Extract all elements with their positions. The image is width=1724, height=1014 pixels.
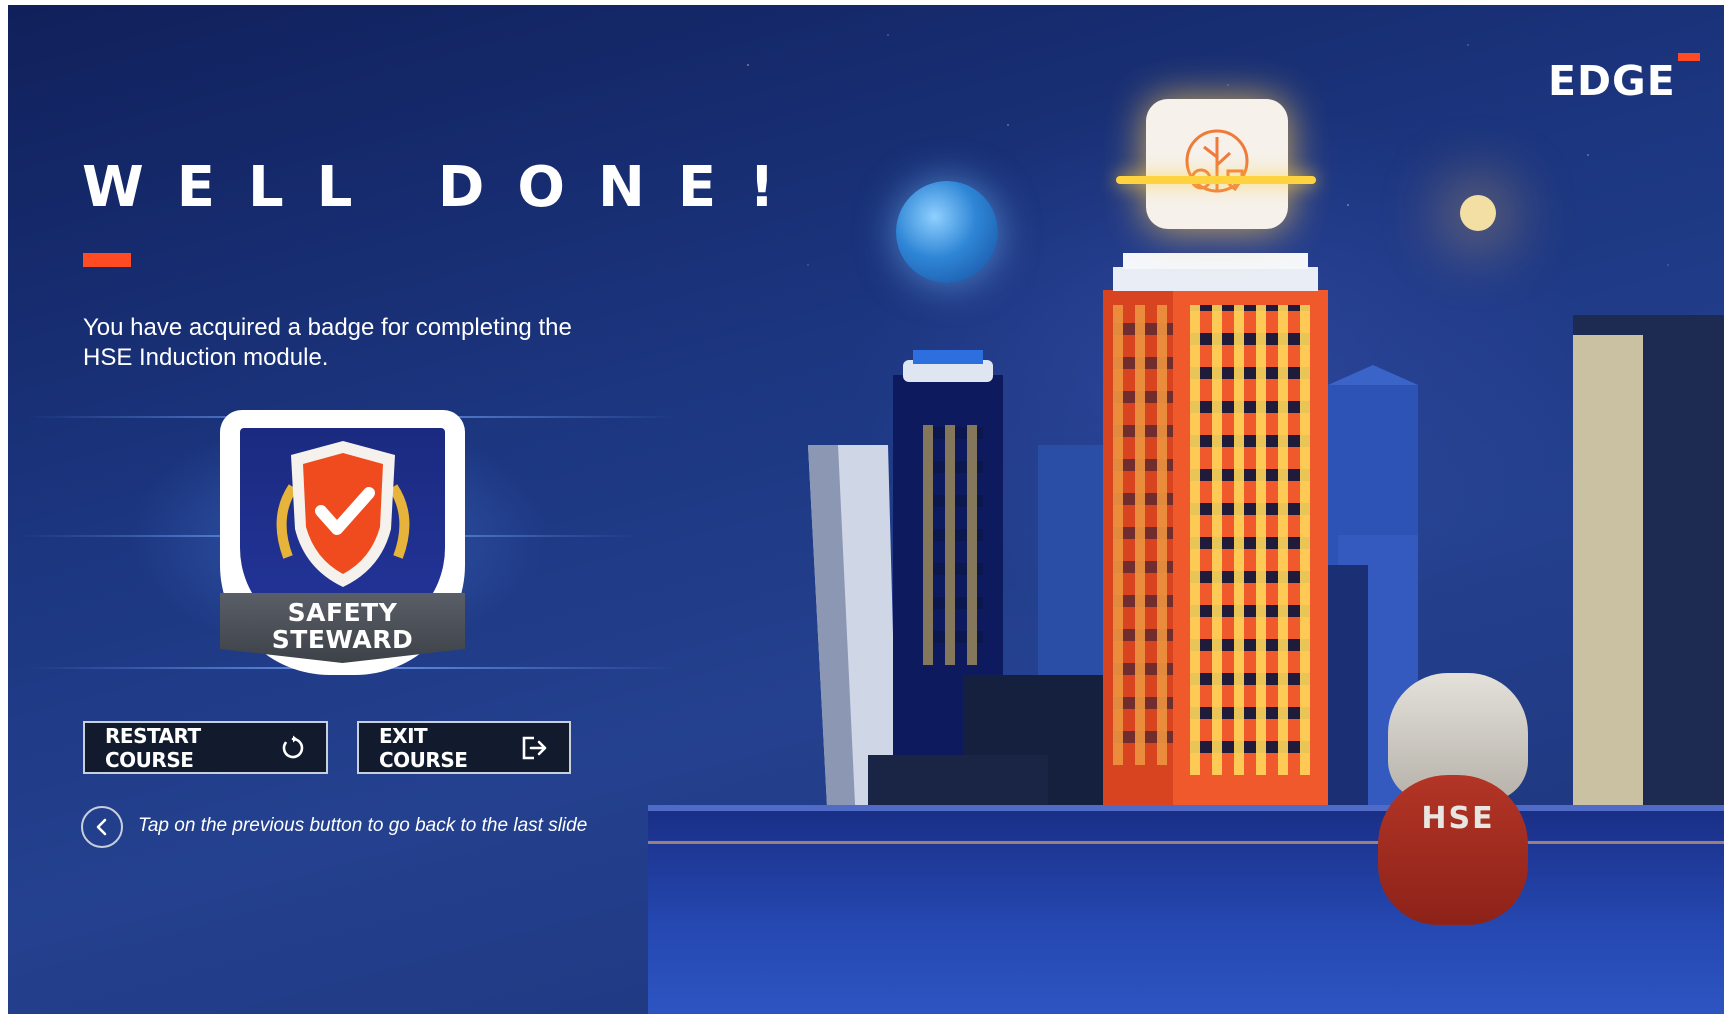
rooftop-railing xyxy=(648,805,1724,811)
previous-button[interactable] xyxy=(81,806,123,848)
badge-title-line-1: SAFETY xyxy=(287,598,398,627)
restart-course-button[interactable]: RESTART COURSE xyxy=(83,721,328,774)
hologram-ring xyxy=(1116,176,1316,184)
shield-check-icon xyxy=(276,441,410,587)
completion-message: You have acquired a badge for completing… xyxy=(83,314,572,371)
page-title: WELL DONE! xyxy=(82,155,808,220)
tree-hologram-icon xyxy=(1146,99,1288,229)
badge-title: SAFETY STEWARD xyxy=(220,599,465,653)
exit-course-label: EXIT COURSE xyxy=(379,723,468,772)
rooftop-railing-glow xyxy=(648,841,1724,844)
restart-icon xyxy=(280,734,306,762)
restart-course-label: RESTART COURSE xyxy=(105,723,201,772)
exit-icon xyxy=(521,734,549,762)
previous-hint: Tap on the previous button to go back to… xyxy=(138,815,588,836)
badge-title-line-2: STEWARD xyxy=(271,625,414,654)
completion-slide: HSE EDGE WELL DONE! You have acquired a … xyxy=(8,5,1724,1014)
title-underline xyxy=(83,253,131,267)
logo-accent xyxy=(1678,53,1700,61)
chevron-left-icon xyxy=(96,818,107,836)
robot-body xyxy=(1378,775,1528,925)
tower-windows xyxy=(923,425,983,665)
robot-label: HSE xyxy=(1421,801,1495,836)
edge-logo: EDGE xyxy=(1548,57,1676,105)
tower-windows xyxy=(1190,305,1310,775)
exit-course-button[interactable]: EXIT COURSE xyxy=(357,721,571,774)
tower-windows xyxy=(1113,305,1173,765)
globe-hologram xyxy=(896,181,998,283)
